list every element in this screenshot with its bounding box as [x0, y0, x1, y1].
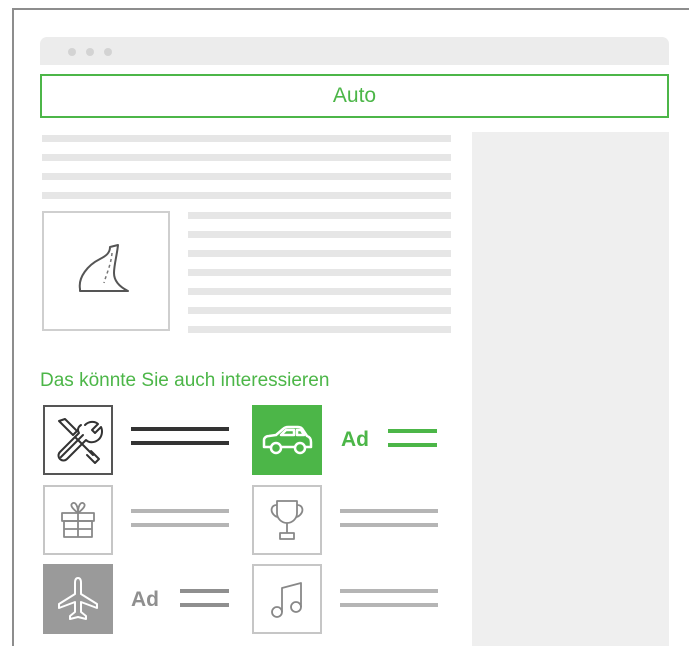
- music-note-icon: [271, 582, 302, 618]
- car-tile[interactable]: [252, 405, 322, 475]
- airplane-tile[interactable]: [43, 564, 113, 634]
- tools-icon: [57, 418, 103, 464]
- window-dot: [86, 48, 94, 56]
- text-line: [188, 212, 451, 219]
- tools-tile[interactable]: [43, 405, 113, 475]
- frame-left: [12, 8, 14, 646]
- title-bar: [180, 603, 229, 607]
- ad-label: Ad: [131, 588, 159, 611]
- title-bar: [131, 427, 229, 431]
- frame-top: [12, 8, 689, 10]
- title-bar: [340, 509, 438, 513]
- title-bar: [340, 523, 438, 527]
- title-bar: [131, 523, 229, 527]
- text-line: [42, 154, 451, 161]
- title-bar: [388, 443, 437, 447]
- title-bar: [388, 429, 437, 433]
- trophy-icon: [270, 500, 304, 540]
- text-line: [42, 173, 451, 180]
- text-line: [188, 250, 451, 257]
- browser-toolbar: [40, 37, 669, 65]
- window-dot: [104, 48, 112, 56]
- music-tile[interactable]: [252, 564, 322, 634]
- trophy-tile[interactable]: [252, 485, 322, 555]
- title-bar: [131, 441, 229, 445]
- text-line: [188, 231, 451, 238]
- gift-tile[interactable]: [43, 485, 113, 555]
- text-line: [188, 307, 451, 314]
- text-line: [188, 288, 451, 295]
- ad-label: Ad: [341, 428, 369, 451]
- title-bar: [131, 509, 229, 513]
- airplane-icon: [58, 577, 98, 620]
- road-icon: [78, 244, 129, 292]
- car-icon: [262, 425, 313, 455]
- title-bar: [180, 589, 229, 593]
- article-image: [42, 211, 170, 331]
- gift-icon: [61, 502, 95, 538]
- text-line: [42, 192, 451, 199]
- window-dot: [68, 48, 76, 56]
- sidebar: [472, 132, 669, 646]
- category-label: Auto: [332, 84, 377, 107]
- category-bar[interactable]: Auto: [40, 74, 669, 118]
- title-bar: [340, 603, 438, 607]
- text-line: [188, 326, 451, 333]
- recommendations-heading: Das könnte Sie auch interessieren: [40, 370, 330, 391]
- text-line: [42, 135, 451, 142]
- text-line: [188, 269, 451, 276]
- title-bar: [340, 589, 438, 593]
